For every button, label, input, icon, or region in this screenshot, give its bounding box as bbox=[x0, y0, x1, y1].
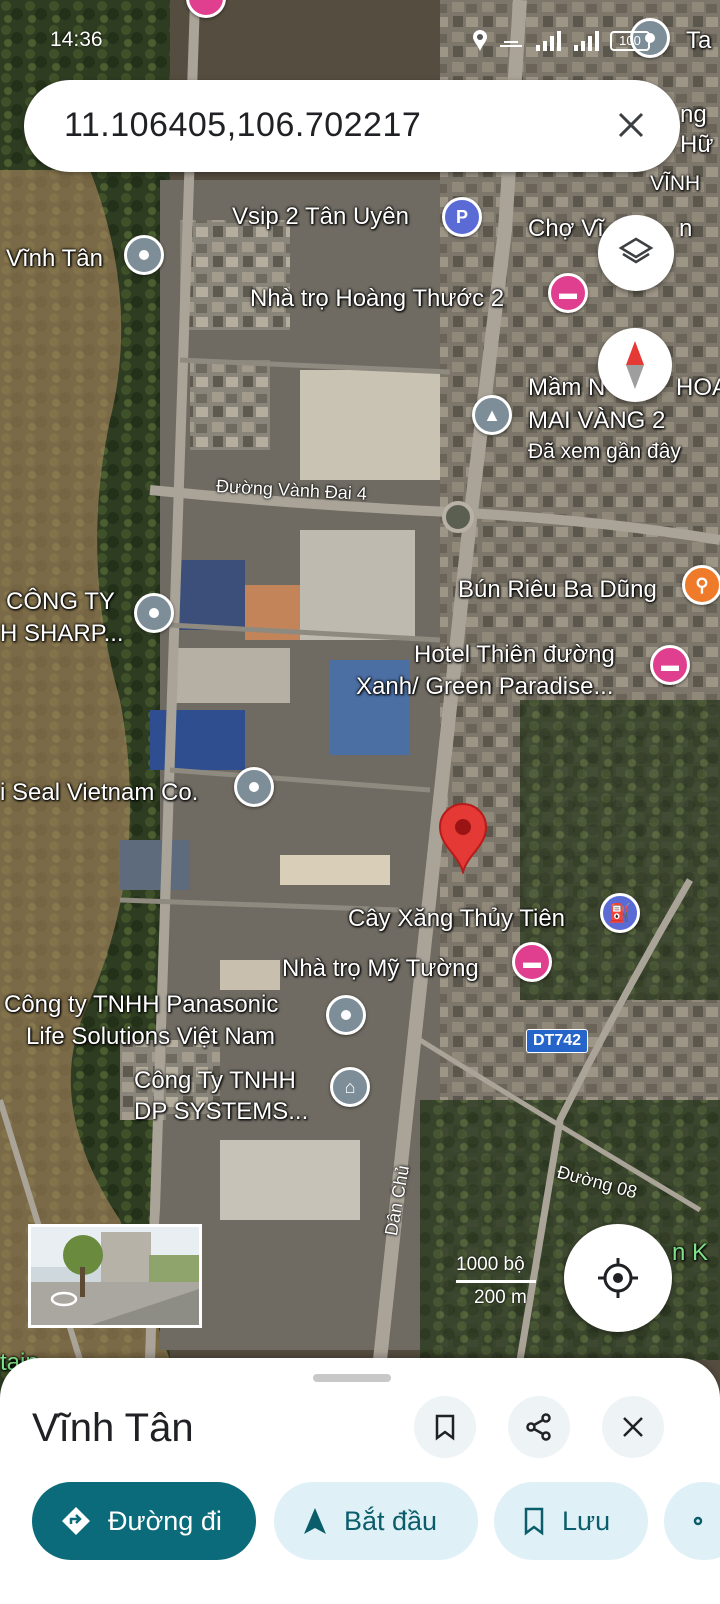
signal-2-icon bbox=[574, 31, 599, 51]
share-button[interactable] bbox=[508, 1396, 570, 1458]
status-icons: 100 bbox=[472, 30, 650, 52]
bookmark-icon bbox=[435, 1414, 455, 1441]
map-label-vsip[interactable]: Vsip 2 Tân Uyên bbox=[232, 203, 409, 230]
map-label-cho-tail: n bbox=[679, 215, 693, 242]
street-view-image bbox=[31, 1227, 199, 1325]
status-bar: 14:36 100 bbox=[0, 22, 720, 62]
place-bottom-sheet[interactable]: Vĩnh Tân Đường đi Bắt đầu Lưu bbox=[0, 1358, 720, 1604]
my-location-icon bbox=[598, 1258, 638, 1298]
directions-label: Đường đi bbox=[108, 1505, 222, 1536]
map-label-vinh-tan[interactable]: Vĩnh Tân bbox=[6, 245, 103, 272]
close-sheet-button[interactable] bbox=[602, 1396, 664, 1458]
place-pin-icon-3[interactable] bbox=[326, 995, 366, 1035]
start-button[interactable]: Bắt đầu bbox=[274, 1482, 478, 1560]
place-pin-icon[interactable] bbox=[134, 593, 174, 633]
map-label-bun-rieu[interactable]: Bún Riêu Ba Dũng bbox=[458, 576, 657, 603]
close-icon bbox=[618, 112, 644, 138]
map-label-mam-non[interactable]: Mầm N bbox=[528, 374, 605, 401]
save-icon-button[interactable] bbox=[414, 1396, 476, 1458]
map-label-dp-2[interactable]: DP SYSTEMS... bbox=[134, 1098, 308, 1125]
location-icon bbox=[473, 30, 487, 51]
place-title: Vĩnh Tân bbox=[32, 1406, 194, 1450]
map-label-seal[interactable]: i Seal Vietnam Co. bbox=[0, 779, 198, 806]
battery-icon: 100 bbox=[610, 31, 650, 51]
compass-icon bbox=[626, 341, 644, 389]
clear-search-button[interactable] bbox=[608, 102, 654, 148]
bank-icon[interactable]: ⌂ bbox=[330, 1067, 370, 1107]
compass-button[interactable] bbox=[598, 328, 672, 402]
parking-icon[interactable]: P bbox=[442, 197, 482, 237]
map-label-mai-vang[interactable]: MAI VÀNG 2 bbox=[528, 407, 665, 434]
dropped-pin-icon[interactable] bbox=[436, 802, 490, 874]
save-label: Lưu bbox=[562, 1505, 611, 1536]
drag-handle[interactable] bbox=[313, 1374, 391, 1382]
map-label-top-right-3: Hữ bbox=[680, 131, 714, 158]
share-icon-2 bbox=[693, 1516, 703, 1526]
map-label-viewed: Đã xem gần đây bbox=[528, 440, 681, 463]
signal-1-icon bbox=[536, 31, 561, 51]
search-input[interactable]: 11.106405,106.702217 bbox=[64, 106, 421, 145]
data-transfer-icon bbox=[500, 41, 522, 47]
scale-bar bbox=[456, 1280, 536, 1283]
school-icon[interactable]: ▲ bbox=[472, 395, 512, 435]
map-label-cay-xang[interactable]: Cây Xăng Thủy Tiên bbox=[348, 905, 565, 932]
restaurant-icon[interactable]: ⚲ bbox=[682, 565, 720, 605]
map-scale: 1000 bộ 200 m bbox=[456, 1254, 536, 1309]
start-label: Bắt đầu bbox=[344, 1505, 438, 1536]
hotel-icon-2[interactable]: ▬ bbox=[650, 645, 690, 685]
map-label-hotel-1[interactable]: Hotel Thiên đường bbox=[414, 641, 615, 668]
scale-top-label: 1000 bộ bbox=[456, 1254, 525, 1275]
hotel-icon-3[interactable]: ▬ bbox=[512, 942, 552, 982]
directions-button[interactable]: Đường đi bbox=[32, 1482, 256, 1560]
map-label-sharp[interactable]: H SHARP... bbox=[0, 620, 124, 647]
bookmark-icon-2 bbox=[524, 1507, 544, 1536]
map-label-panasonic-1[interactable]: Công ty TNHH Panasonic bbox=[4, 991, 278, 1018]
map-label-cong-ty[interactable]: CÔNG TY bbox=[6, 588, 115, 615]
layers-icon bbox=[618, 237, 654, 264]
rotate-360-icon bbox=[50, 1291, 78, 1307]
close-icon-2 bbox=[623, 1417, 643, 1437]
save-button[interactable]: Lưu bbox=[494, 1482, 648, 1560]
route-shield-dt742: DT742 bbox=[526, 1029, 589, 1053]
bridge-poi-icon[interactable] bbox=[124, 235, 164, 275]
map-label-nha-tro-my[interactable]: Nhà trọ Mỹ Tường bbox=[282, 955, 479, 982]
place-pin-icon-2[interactable] bbox=[234, 767, 274, 807]
map-label-right-edge: n K bbox=[672, 1239, 709, 1266]
my-location-button[interactable] bbox=[564, 1224, 672, 1332]
status-time: 14:36 bbox=[50, 28, 103, 51]
map-label-top-right-2: ng bbox=[680, 101, 707, 128]
share-icon bbox=[526, 1413, 551, 1441]
map-label-nha-tro-hoang[interactable]: Nhà trọ Hoàng Thước 2 bbox=[250, 285, 504, 312]
gas-station-icon[interactable]: ⛽ bbox=[600, 893, 640, 933]
navigation-arrow-icon bbox=[304, 1508, 326, 1534]
street-view-thumbnail[interactable] bbox=[28, 1224, 202, 1328]
map-label-vinh-h: VĨNH bbox=[650, 172, 701, 195]
search-bar[interactable]: 11.106405,106.702217 bbox=[24, 80, 680, 172]
map-label-cho[interactable]: Chợ Vĩ bbox=[528, 215, 604, 242]
map-label-mam-non-tail: HOA bbox=[676, 374, 720, 401]
hotel-icon[interactable]: ▬ bbox=[548, 273, 588, 313]
map-label-panasonic-2[interactable]: Life Solutions Việt Nam bbox=[26, 1023, 275, 1050]
map-label-dp-1[interactable]: Công Ty TNHH bbox=[134, 1067, 296, 1094]
directions-icon bbox=[62, 1507, 90, 1535]
share-chip-button[interactable] bbox=[664, 1482, 720, 1560]
layers-button[interactable] bbox=[598, 215, 674, 291]
scale-bottom-label: 200 m bbox=[474, 1287, 527, 1308]
map-label-hotel-2[interactable]: Xanh/ Green Paradise... bbox=[356, 673, 613, 700]
